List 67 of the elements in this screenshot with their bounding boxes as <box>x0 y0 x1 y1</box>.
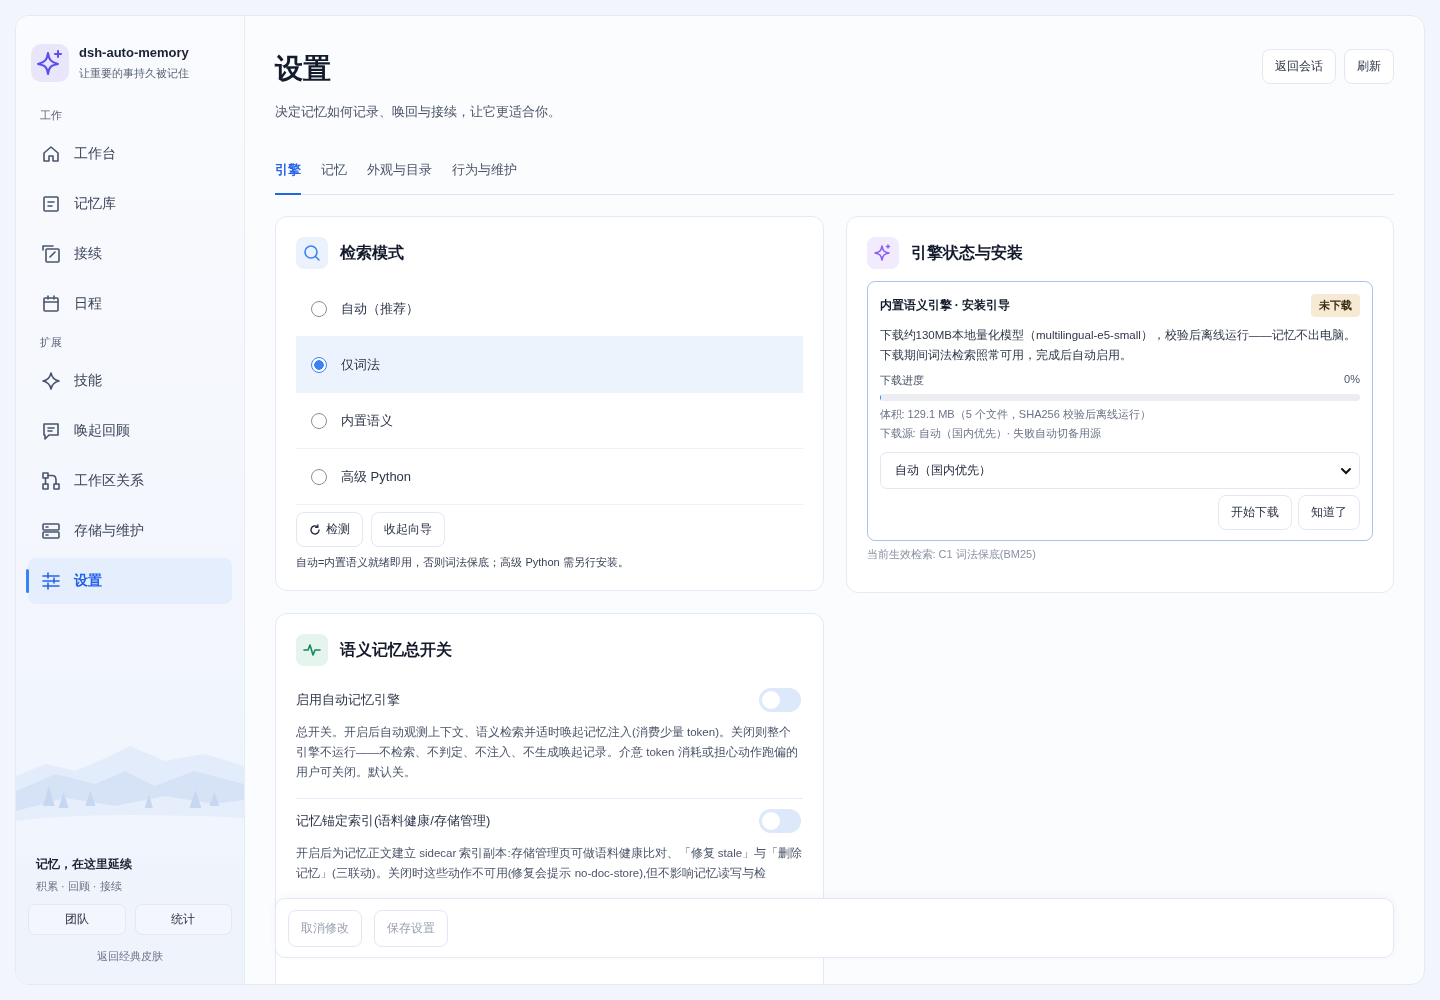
pulse-icon <box>296 634 328 666</box>
calendar-icon <box>40 293 62 315</box>
section-label: 工作 <box>39 108 63 123</box>
setting-description: 开启后为记忆正文建立 sidecar 索引副本:存储管理页可做语料健康比对、「修复 stale」与「删除记忆」(三联动)。关闭时这些动作不可用(修复会提示 no-doc-store),但不影响记忆读写与检 <box>296 846 803 881</box>
sliders-icon <box>40 570 62 592</box>
classic-skin-link[interactable]: 返回经典皮肤 <box>28 949 232 964</box>
header-button[interactable]: 返回会话 <box>1262 49 1336 84</box>
guide-button[interactable]: 开始下载 <box>1218 495 1292 530</box>
source-info: 下载源: 自动（国内优先）· 失败自动切备用源 <box>879 426 1103 441</box>
nav-item[interactable]: 技能 <box>28 358 232 404</box>
nav-item[interactable]: 记忆库 <box>28 181 232 227</box>
card-title: 语义记忆总开关 <box>340 639 452 660</box>
radio-option[interactable]: 仅词法 <box>296 337 803 393</box>
nav-item[interactable]: 设置 <box>28 558 232 604</box>
server-icon <box>40 520 62 542</box>
nav-item[interactable]: 工作区关系 <box>28 458 232 504</box>
guide-button[interactable]: 知道了 <box>1298 495 1360 530</box>
refresh-icon <box>309 523 321 536</box>
page-title: 设置 <box>275 52 332 86</box>
progress-reading: 0% <box>1344 373 1360 387</box>
section-label: 扩展 <box>39 335 63 350</box>
footer-title: 记忆，在这里延续 <box>34 856 133 873</box>
tab[interactable]: 行为与维护 <box>452 161 517 195</box>
active-retrieval-info: 当前生效检索: C1 词法保底(BM25) <box>866 547 1037 562</box>
app-name: dsh-auto-memory <box>79 45 189 60</box>
nav-item[interactable]: 唤起回顾 <box>28 408 232 454</box>
status-badge: 未下载 <box>1311 294 1360 317</box>
search-icon <box>296 237 328 269</box>
nav-item[interactable]: 日程 <box>28 281 232 327</box>
setting-label: 记忆锚定索引(语料健康/存储管理) <box>296 812 491 830</box>
header-button[interactable]: 刷新 <box>1344 49 1394 84</box>
source-dropdown[interactable]: 自动（国内优先） <box>879 452 1360 489</box>
tab[interactable]: 引擎 <box>275 161 301 195</box>
tab[interactable]: 外观与目录 <box>367 161 432 195</box>
footer-subtitle: 积累 · 回顾 · 接续 <box>36 879 123 894</box>
app-tagline: 让重要的事持久被记住 <box>79 66 189 81</box>
sparkle-icon <box>40 370 62 392</box>
radio-button[interactable] <box>311 356 327 373</box>
setting-description: 总开关。开启后自动观测上下文、语义检索并适时唤起记忆注入(消费少量 token)。关闭则整个引擎不运行——不检索、不判定、不注入、不生成唤起记录。介意 token 消耗或担心动作跑偏的用户可关闭。默认关。 <box>296 725 799 780</box>
app-logo <box>31 44 69 82</box>
diagram-icon <box>40 470 62 492</box>
toggle-switch[interactable] <box>758 809 801 833</box>
footer-button[interactable]: 统计 <box>134 904 232 935</box>
copy-icon <box>40 243 62 265</box>
home-icon <box>40 143 62 165</box>
sparkle-icon <box>866 237 899 269</box>
mode-note: 自动=内置语义就绪即用，否则词法保底；高级 Python 需另行安装。 <box>296 555 630 570</box>
card-title: 引擎状态与安装 <box>910 242 1023 263</box>
nav-item[interactable]: 存储与维护 <box>28 508 232 554</box>
collapse-button[interactable]: 收起向导 <box>371 512 445 547</box>
guide-description: 下载约130MB本地量化模型（multilingual-e5-small），校验后离线运行——记忆不出电脑。下载期间词法检索照常可用，完成后自动启用。 <box>879 328 1357 363</box>
tab[interactable]: 记忆 <box>321 161 347 195</box>
size-info: 体积: 129.1 MB（5 个文件，SHA256 校验后离线运行） <box>879 407 1152 422</box>
document-icon <box>40 193 62 215</box>
radio-option[interactable]: 内置语义 <box>296 393 803 449</box>
footer-button[interactable]: 团队 <box>28 904 126 935</box>
guide-title: 内置语义引擎 · 安装引导 <box>879 297 1011 314</box>
nav-item[interactable]: 工作台 <box>28 131 232 177</box>
setting-label: 启用自动记忆引擎 <box>296 691 400 709</box>
detect-button[interactable]: 检测 <box>296 512 363 547</box>
progress-label: 下载进度 <box>879 373 924 388</box>
nav-item[interactable]: 接续 <box>28 231 232 277</box>
radio-option[interactable]: 高级 Python <box>296 449 803 505</box>
toggle-switch[interactable] <box>758 688 801 712</box>
card-title: 检索模式 <box>340 242 404 263</box>
page-subtitle: 决定记忆如何记录、唤回与接续，让它更适合你。 <box>275 103 561 121</box>
chat-icon <box>40 420 62 442</box>
